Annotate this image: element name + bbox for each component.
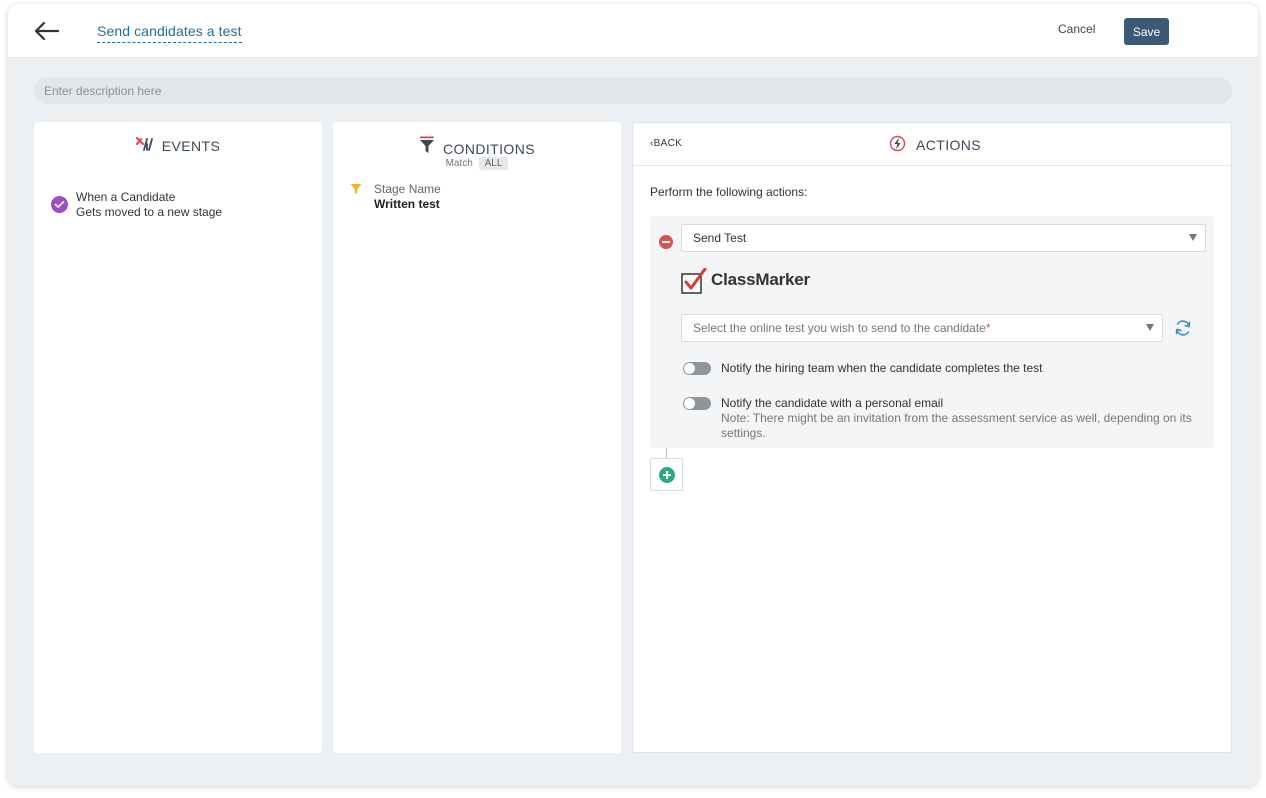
action-type-select[interactable]: Send Test <box>681 224 1206 252</box>
event-line-1: When a Candidate <box>76 190 176 204</box>
notify-candidate-note: Note: There might be an invitation from … <box>721 411 1192 440</box>
plus-circle-icon <box>659 467 675 483</box>
notify-candidate-toggle[interactable] <box>683 397 711 410</box>
check-icon <box>51 196 68 213</box>
event-item[interactable]: When a Candidate Gets moved to a new sta… <box>51 190 222 220</box>
classmarker-name: ClassMarker <box>711 270 810 289</box>
condition-item[interactable]: Stage Name Written test <box>350 182 441 212</box>
minus-circle-icon[interactable] <box>659 235 673 249</box>
classmarker-check-icon <box>681 267 707 294</box>
back-link[interactable]: ‹BACK <box>650 138 682 149</box>
match-row: Match ALL <box>333 157 621 170</box>
filter-icon <box>350 183 362 212</box>
conditions-panel: CONDITIONS Match ALL Stage Name Written … <box>333 122 621 753</box>
action-card: Send Test ClassMarker Select the online … <box>650 216 1214 448</box>
lightning-icon <box>889 135 906 155</box>
events-title: EVENTS <box>161 137 221 154</box>
save-button[interactable]: Save <box>1124 18 1169 45</box>
page-title[interactable]: Send candidates a test <box>97 23 242 43</box>
notify-candidate-label: Notify the candidate with a personal ema… <box>721 396 944 410</box>
perform-text: Perform the following actions: <box>650 185 808 199</box>
test-select[interactable]: Select the online test you wish to send … <box>681 314 1163 342</box>
funnel-icon <box>419 136 435 157</box>
condition-value: Written test <box>374 197 440 211</box>
connector-line <box>666 448 667 458</box>
actions-title-group: ACTIONS <box>889 135 981 155</box>
match-label: Match <box>445 158 473 169</box>
notify-team-label: Notify the hiring team when the candidat… <box>721 361 1043 375</box>
condition-label: Stage Name <box>374 182 441 196</box>
event-line-2: Gets moved to a new stage <box>76 205 223 219</box>
add-action-button[interactable] <box>650 458 683 491</box>
conditions-title: CONDITIONS <box>443 140 535 157</box>
notify-team-toggle[interactable] <box>683 362 711 375</box>
cancel-button[interactable]: Cancel <box>1058 22 1095 36</box>
actions-title: ACTIONS <box>916 137 982 153</box>
test-select-placeholder: Select the online test you wish to send … <box>693 321 986 335</box>
classmarker-logo: ClassMarker <box>681 267 810 294</box>
actions-header: ‹BACK ACTIONS <box>633 123 1231 166</box>
caret-down-icon <box>1189 234 1197 241</box>
arrow-left-icon[interactable] <box>32 20 60 42</box>
required-marker: * <box>985 321 991 335</box>
back-label: BACK <box>653 138 683 149</box>
notify-candidate-text: Notify the candidate with a personal ema… <box>721 396 1206 441</box>
events-header: EVENTS <box>34 136 322 155</box>
events-panel: EVENTS When a Candidate Gets moved to a … <box>34 122 322 753</box>
events-icon <box>135 136 154 155</box>
refresh-icon[interactable] <box>1174 319 1192 337</box>
app-window: Send candidates a test Cancel Save EVENT… <box>8 4 1258 786</box>
description-input[interactable] <box>34 77 1232 104</box>
actions-panel: ‹BACK ACTIONS Perform the following acti… <box>632 122 1232 753</box>
conditions-header: CONDITIONS <box>333 136 621 157</box>
match-badge[interactable]: ALL <box>478 157 509 170</box>
caret-down-icon <box>1146 324 1154 331</box>
action-type-value: Send Test <box>693 231 747 245</box>
top-bar: Send candidates a test Cancel Save <box>8 4 1258 58</box>
